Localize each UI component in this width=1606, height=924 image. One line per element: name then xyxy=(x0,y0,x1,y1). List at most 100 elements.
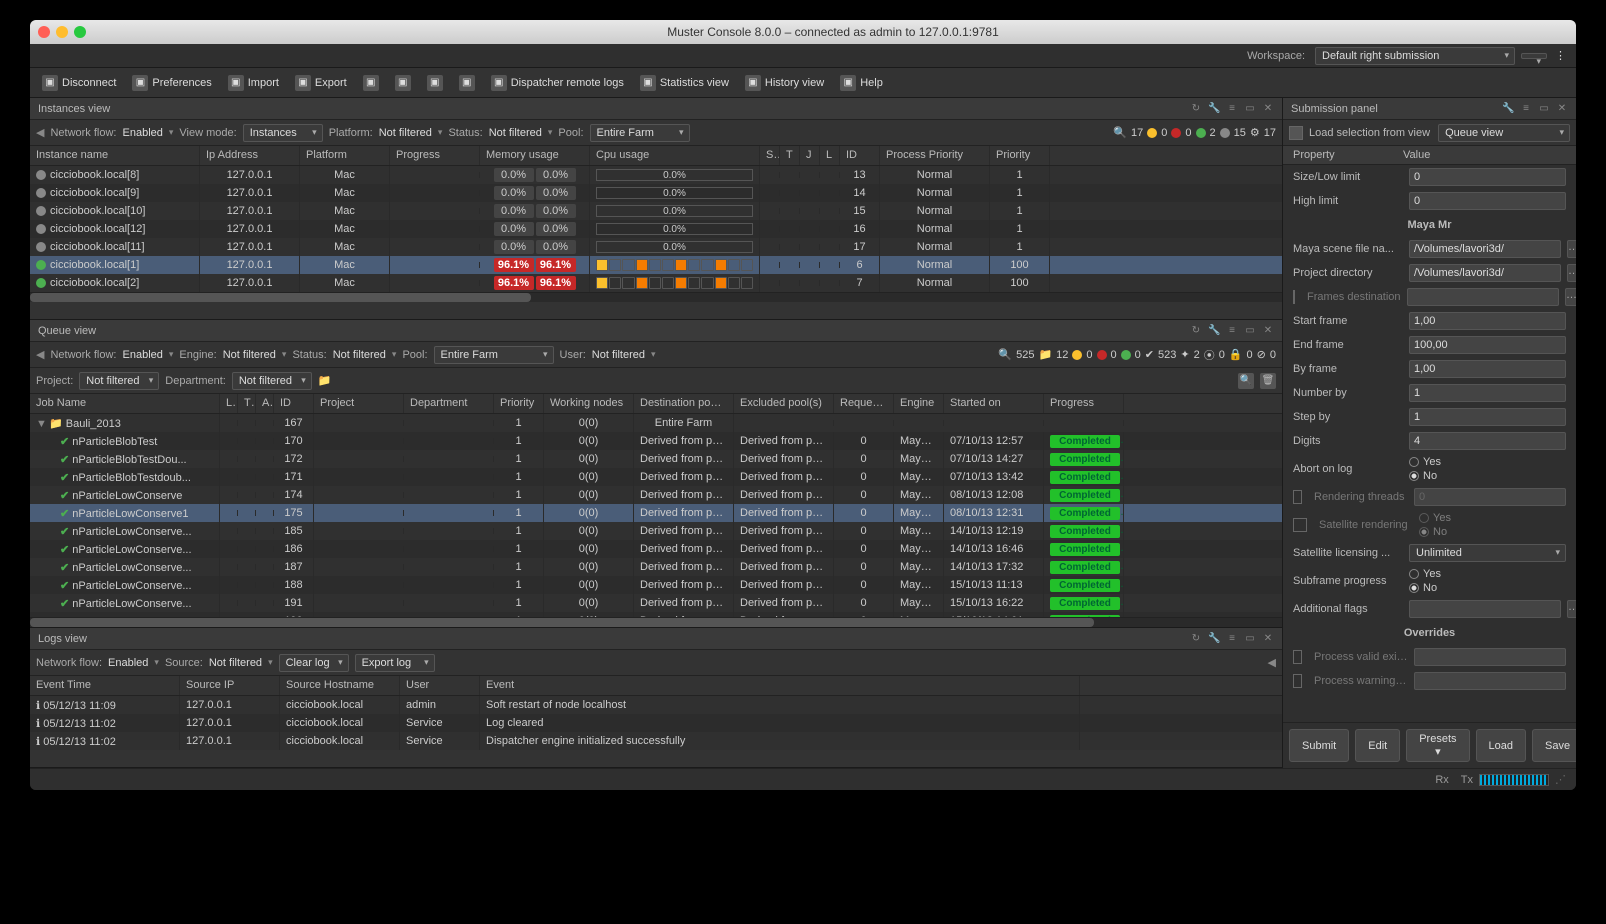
by-frame-input[interactable] xyxy=(1409,360,1566,378)
load-selection-select[interactable]: Queue view xyxy=(1438,124,1570,142)
table-row[interactable]: cicciobook.local[11]127.0.0.1Mac0.0%0.0%… xyxy=(30,238,1282,256)
size-low-input[interactable] xyxy=(1409,168,1566,186)
inst-col[interactable]: Cpu usage xyxy=(590,146,760,165)
table-row[interactable]: ✔ nParticleLowConserve...19110(0)Derived… xyxy=(30,594,1282,612)
inst-col[interactable]: Platform xyxy=(300,146,390,165)
inst-col[interactable]: Ip Address xyxy=(200,146,300,165)
toolbar-import[interactable]: ▣Import xyxy=(222,72,285,94)
proc-valid-check[interactable] xyxy=(1293,650,1302,664)
sat-licensing-select[interactable]: Unlimited xyxy=(1409,544,1566,562)
toolbar-preferences[interactable]: ▣Preferences xyxy=(126,72,217,94)
resize-grip-icon[interactable]: ⋰ xyxy=(1555,773,1566,786)
close-icon[interactable] xyxy=(38,26,50,38)
inst-pl-value[interactable]: Not filtered xyxy=(379,127,432,139)
inst-col[interactable]: S xyxy=(760,146,780,165)
table-row[interactable]: cicciobook.local[2]127.0.0.1Mac96.1%96.1… xyxy=(30,274,1282,292)
toolbar-icon[interactable]: ▣ xyxy=(357,72,385,94)
table-row[interactable]: ✔ nParticleLowConserve...18610(0)Derived… xyxy=(30,540,1282,558)
additional-flags-input[interactable] xyxy=(1409,600,1561,618)
table-row[interactable]: ✔ nParticleLowConserve...18710(0)Derived… xyxy=(30,558,1282,576)
table-row[interactable]: cicciobook.local[10]127.0.0.1Mac0.0%0.0%… xyxy=(30,202,1282,220)
workspace-menu-icon[interactable]: ⋮ xyxy=(1553,47,1568,64)
inst-col[interactable]: ID xyxy=(840,146,880,165)
high-limit-input[interactable] xyxy=(1409,192,1566,210)
edit-button[interactable]: Edit xyxy=(1355,729,1400,762)
export-log-button[interactable]: Export log xyxy=(355,654,435,672)
panel-list-icon[interactable]: ≡ xyxy=(1226,103,1238,114)
toolbar-help[interactable]: ▣Help xyxy=(834,72,889,94)
toolbar-history-view[interactable]: ▣History view xyxy=(739,72,830,94)
frames-dest-check[interactable] xyxy=(1293,290,1295,304)
table-row[interactable]: cicciobook.local[8]127.0.0.1Mac0.0%0.0%0… xyxy=(30,166,1282,184)
inst-col[interactable]: J xyxy=(800,146,820,165)
table-row[interactable]: ✔ nParticleLowConserve117510(0)Derived f… xyxy=(30,504,1282,522)
end-frame-input[interactable] xyxy=(1409,336,1566,354)
toolbar-disconnect[interactable]: ▣Disconnect xyxy=(36,72,122,94)
step-by-input[interactable] xyxy=(1409,408,1566,426)
panel-collapse-icon[interactable]: ▭ xyxy=(1244,103,1256,114)
inst-col[interactable]: Progress xyxy=(390,146,480,165)
clear-log-button[interactable]: Clear log xyxy=(279,654,349,672)
load-button[interactable]: Load xyxy=(1476,729,1526,762)
inst-nf-value[interactable]: Enabled xyxy=(123,127,163,139)
inst-col[interactable]: L xyxy=(820,146,840,165)
table-row[interactable]: ✔ nParticleBlobTestdoub...17110(0)Derive… xyxy=(30,468,1282,486)
abort-yes-radio[interactable]: Yes xyxy=(1409,456,1441,468)
toolbar-icon[interactable]: ▣ xyxy=(389,72,417,94)
table-row[interactable]: ℹ 05/12/13 11:02127.0.0.1cicciobook.loca… xyxy=(30,732,1282,750)
submit-button[interactable]: Submit xyxy=(1289,729,1349,762)
panel-wrench-icon[interactable]: 🔧 xyxy=(1208,103,1220,114)
workspace-select[interactable]: Default right submission xyxy=(1315,47,1515,65)
inst-h-scrollbar[interactable] xyxy=(30,292,1282,302)
table-row[interactable]: ✔ nParticleLowConserve...18810(0)Derived… xyxy=(30,576,1282,594)
table-row[interactable]: ✔ nParticleLowConserve...18510(0)Derived… xyxy=(30,522,1282,540)
abort-no-radio[interactable]: No xyxy=(1409,470,1441,482)
number-by-input[interactable] xyxy=(1409,384,1566,402)
scene-browse-button[interactable]: … xyxy=(1567,240,1576,258)
queue-h-scrollbar[interactable] xyxy=(30,617,1282,627)
project-dir-input[interactable] xyxy=(1409,264,1561,282)
satellite-check[interactable] xyxy=(1293,518,1307,532)
toolbar-export[interactable]: ▣Export xyxy=(289,72,353,94)
frames-dest-input[interactable] xyxy=(1407,288,1559,306)
presets-button[interactable]: Presets ▾ xyxy=(1406,729,1469,762)
workspace-caret[interactable] xyxy=(1521,53,1547,59)
start-frame-input[interactable] xyxy=(1409,312,1566,330)
render-threads-input[interactable] xyxy=(1414,488,1566,506)
panel-refresh-icon[interactable]: ↻ xyxy=(1190,103,1202,114)
search-icon[interactable]: 🔍 xyxy=(1238,373,1254,389)
table-row[interactable]: ℹ 05/12/13 11:09127.0.0.1cicciobook.loca… xyxy=(30,696,1282,714)
inst-vm-select[interactable]: Instances xyxy=(243,124,323,142)
table-row[interactable]: ✔ nParticleBlobTestDou...17210(0)Derived… xyxy=(30,450,1282,468)
table-row[interactable]: ✔ nParticleBlobTest17010(0)Derived from … xyxy=(30,432,1282,450)
toolbar-dispatcher-remote-logs[interactable]: ▣Dispatcher remote logs xyxy=(485,72,630,94)
scene-file-input[interactable] xyxy=(1409,240,1561,258)
inst-col[interactable]: T xyxy=(780,146,800,165)
table-row[interactable]: cicciobook.local[1]127.0.0.1Mac96.1%96.1… xyxy=(30,256,1282,274)
inst-col[interactable]: Process Priority xyxy=(880,146,990,165)
table-row[interactable]: ℹ 05/12/13 11:02127.0.0.1cicciobook.loca… xyxy=(30,714,1282,732)
table-row[interactable]: cicciobook.local[9]127.0.0.1Mac0.0%0.0%0… xyxy=(30,184,1282,202)
inst-col[interactable]: Instance name xyxy=(30,146,200,165)
render-threads-check[interactable] xyxy=(1293,490,1302,504)
table-row[interactable]: ✔ nParticleLowConserve17410(0)Derived fr… xyxy=(30,486,1282,504)
folder-icon[interactable]: 📁 xyxy=(318,374,332,387)
proc-warn-check[interactable] xyxy=(1293,674,1302,688)
table-row[interactable]: cicciobook.local[12]127.0.0.1Mac0.0%0.0%… xyxy=(30,220,1282,238)
subframe-yes-radio[interactable]: Yes xyxy=(1409,568,1441,580)
subframe-no-radio[interactable]: No xyxy=(1409,582,1441,594)
panel-close-icon[interactable]: ✕ xyxy=(1262,103,1274,114)
inst-pool-select[interactable]: Entire Farm xyxy=(590,124,690,142)
load-selection-check[interactable] xyxy=(1289,126,1303,140)
inst-col[interactable]: Memory usage xyxy=(480,146,590,165)
minimize-icon[interactable] xyxy=(56,26,68,38)
toolbar-icon[interactable]: ▣ xyxy=(453,72,481,94)
trash-icon[interactable]: 🗑 xyxy=(1260,373,1276,389)
save-button[interactable]: Save xyxy=(1532,729,1576,762)
nav-prev-icon[interactable]: ◀ xyxy=(36,126,44,139)
maximize-icon[interactable] xyxy=(74,26,86,38)
toolbar-icon[interactable]: ▣ xyxy=(421,72,449,94)
toolbar-statistics-view[interactable]: ▣Statistics view xyxy=(634,72,735,94)
inst-col[interactable]: Priority xyxy=(990,146,1050,165)
projdir-browse-button[interactable]: … xyxy=(1567,264,1576,282)
